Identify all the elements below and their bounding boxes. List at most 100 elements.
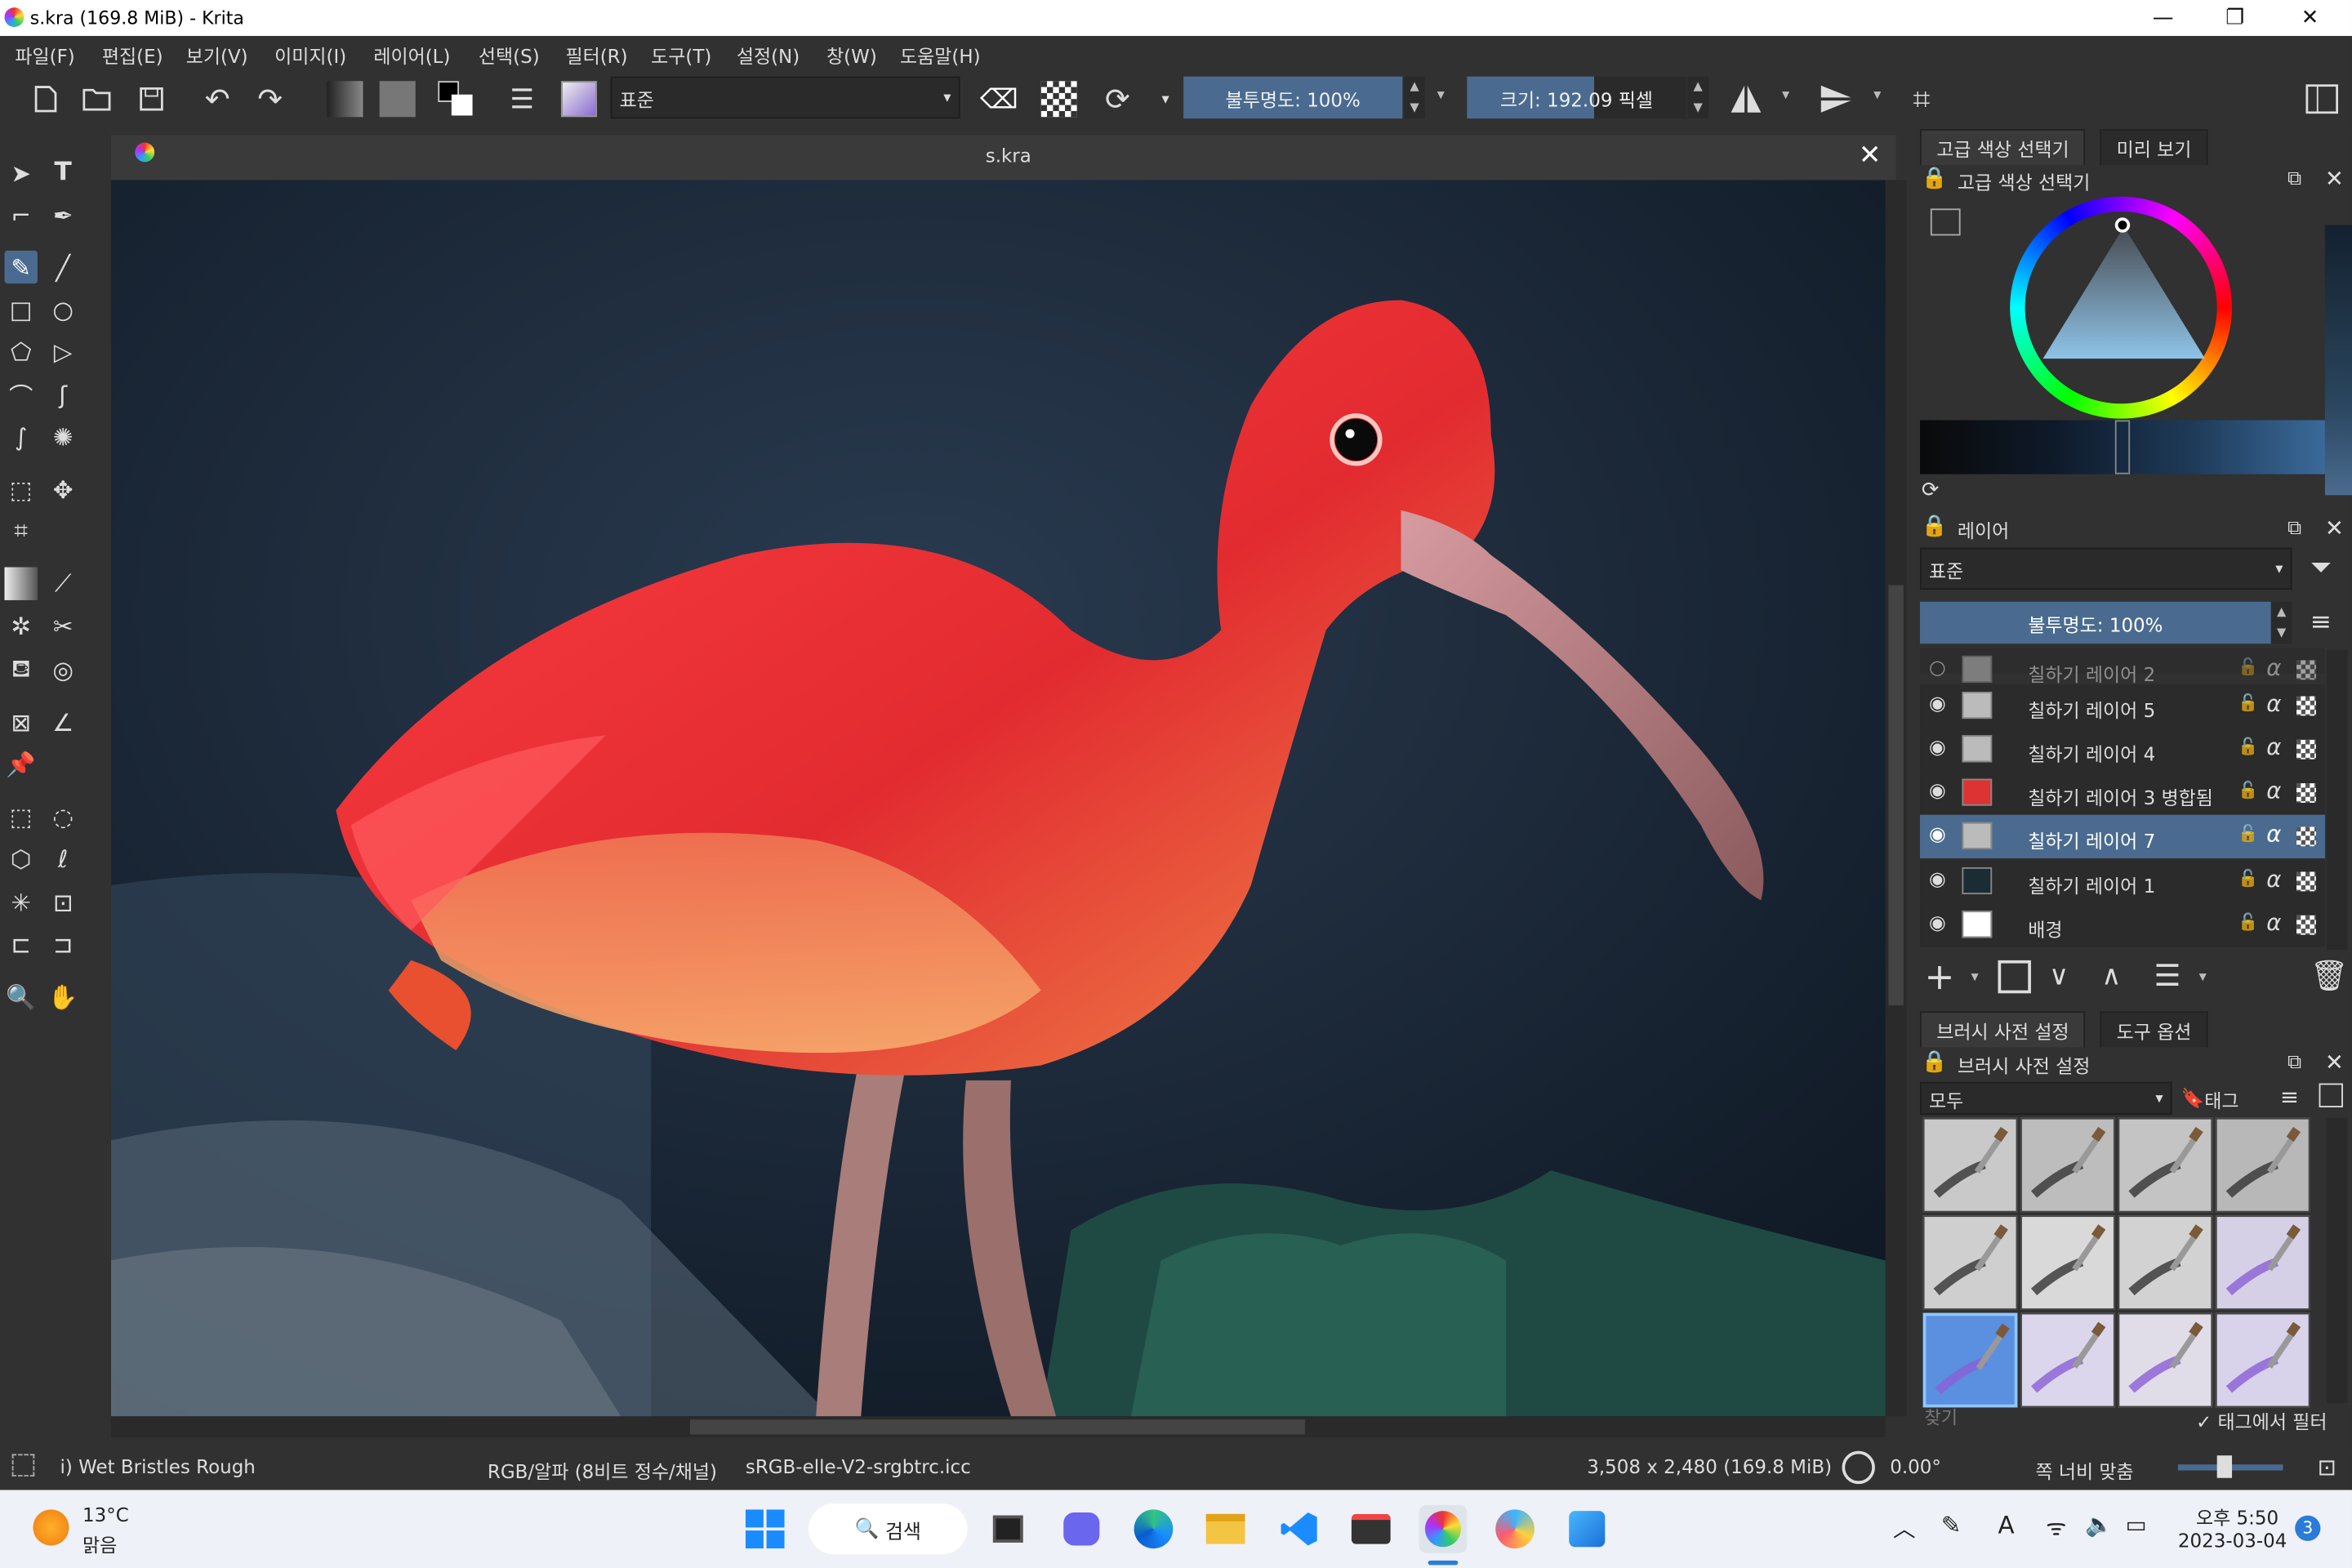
rotation-value[interactable]: 0.00°: [1890, 1455, 1941, 1478]
lock-icon[interactable]: 🔒: [1922, 514, 1948, 538]
alpha-lock-icon[interactable]: α: [2266, 777, 2281, 804]
assistant-tool-icon[interactable]: ⊠: [5, 706, 38, 738]
view-mode-icon[interactable]: [2319, 1083, 2343, 1107]
selection-icon[interactable]: [11, 1454, 35, 1477]
menu-file[interactable]: 파일(F): [15, 41, 74, 69]
brush-size-slider[interactable]: 크기: 192.09 픽셀: [1467, 76, 1686, 119]
edge-icon[interactable]: [1129, 1505, 1178, 1553]
menu-view[interactable]: 보기(V): [186, 41, 248, 69]
weather-temp[interactable]: 13°C: [82, 1503, 129, 1526]
rotation-dial-icon[interactable]: [1842, 1450, 1875, 1485]
brush-preset-item[interactable]: [2215, 1215, 2310, 1310]
document-tab[interactable]: s.kra ✕: [110, 135, 1896, 180]
layer-row[interactable]: ◉ 배경 🔓 α: [1920, 903, 2325, 947]
blend-mode-select[interactable]: 표준 ▾: [610, 76, 960, 119]
layer-lock-icon[interactable]: 🔓: [2238, 912, 2258, 932]
minimize-icon[interactable]: —: [2127, 0, 2198, 36]
gradient-tool-icon[interactable]: [4, 567, 38, 600]
brush-preset-item[interactable]: [2215, 1312, 2310, 1408]
wifi-icon[interactable]: ᯤ: [2046, 1512, 2066, 1543]
new-document-icon[interactable]: [27, 81, 63, 117]
delete-layer-icon[interactable]: 🗑: [2310, 957, 2349, 993]
polygon-select-icon[interactable]: ⬡: [5, 842, 38, 875]
inherit-alpha-icon[interactable]: [2296, 871, 2316, 892]
layer-row[interactable]: ◉ 칠하기 레이어 3 병합됨 🔓 α: [1920, 771, 2325, 815]
restore-icon[interactable]: ❐: [2199, 0, 2271, 36]
layer-row[interactable]: ◉ 칠하기 레이어 5 🔓 α: [1920, 684, 2325, 728]
alpha-lock-icon[interactable]: α: [2266, 866, 2281, 893]
freehand-brush-icon[interactable]: ✎: [4, 250, 38, 284]
pattern-icon[interactable]: [379, 81, 416, 118]
polygon-tool-icon[interactable]: ⬠: [5, 335, 38, 368]
brush-preset-item[interactable]: [2118, 1312, 2213, 1408]
crop-tool-icon[interactable]: ⌗: [5, 514, 38, 547]
menu-settings[interactable]: 설정(N): [737, 41, 800, 69]
zoom-slider-handle[interactable]: [2216, 1455, 2233, 1478]
visibility-eye-icon[interactable]: ◉: [1929, 693, 1946, 716]
battery-icon[interactable]: ▭: [2126, 1511, 2147, 1538]
menu-filter[interactable]: 필터(R): [565, 41, 627, 69]
tab-tool-options[interactable]: 도구 옵션: [2100, 1011, 2208, 1048]
contiguous-select-icon[interactable]: ✳: [5, 885, 38, 918]
float-icon[interactable]: ⧉: [2287, 518, 2301, 541]
canvas[interactable]: [110, 180, 1886, 1417]
volume-icon[interactable]: 🔈: [2085, 1511, 2113, 1538]
rect-select-icon[interactable]: ⬚: [5, 800, 38, 832]
brush-preset-item[interactable]: [1922, 1312, 2018, 1408]
alpha-lock-icon[interactable]: α: [2266, 733, 2281, 760]
open-folder-icon[interactable]: [79, 81, 115, 117]
task-view-icon[interactable]: [984, 1505, 1032, 1553]
pan-tool-icon[interactable]: ✋: [47, 980, 79, 1013]
edit-shapes-icon[interactable]: ⌐: [5, 198, 38, 231]
visibility-eye-icon[interactable]: ◉: [1929, 780, 1946, 803]
transform-tool-icon[interactable]: ⬚: [5, 473, 38, 506]
text-tool-icon[interactable]: T: [47, 156, 79, 189]
smart-patch-icon[interactable]: ✲: [5, 609, 38, 642]
float-icon[interactable]: ⧉: [2287, 1052, 2301, 1075]
filter-in-tag-checkbox[interactable]: ✓ 태그에서 필터: [2196, 1406, 2328, 1435]
line-tool-icon[interactable]: ╱: [47, 251, 79, 283]
layer-row[interactable]: ◉ 칠하기 레이어 7 🔓 α: [1920, 814, 2325, 858]
refresh-icon[interactable]: ⟳: [1922, 479, 1940, 502]
photos-app-icon[interactable]: [1563, 1505, 1611, 1553]
menu-help[interactable]: 도움말(H): [900, 41, 981, 69]
chevron-down-icon[interactable]: ▾: [1971, 969, 1978, 986]
chevron-down-icon[interactable]: ▾: [2199, 969, 2207, 986]
reload-preset-icon[interactable]: ⟳: [1099, 81, 1135, 117]
zoom-mode[interactable]: 쪽 너비 맞춤: [2035, 1455, 2133, 1484]
alpha-lock-icon[interactable]: α: [2266, 654, 2281, 681]
visibility-eye-icon[interactable]: ◉: [1929, 824, 1946, 847]
rectangle-tool-icon[interactable]: □: [5, 292, 38, 325]
brush-preset-item[interactable]: [1922, 1215, 2018, 1310]
ellipse-select-icon[interactable]: ◌: [47, 800, 79, 832]
input-method-icon[interactable]: A: [1998, 1511, 2015, 1539]
inherit-alpha-icon[interactable]: [2296, 826, 2316, 847]
undo-icon[interactable]: ↶: [199, 81, 235, 117]
move-up-icon[interactable]: ∧: [2101, 960, 2121, 992]
layer-lock-icon[interactable]: 🔓: [2238, 824, 2258, 844]
display-icon[interactable]: ⊡: [2318, 1454, 2336, 1481]
sun-weather-icon[interactable]: [33, 1509, 69, 1546]
chevron-down-icon[interactable]: ▾: [1437, 87, 1445, 104]
vscode-icon[interactable]: [1275, 1505, 1323, 1553]
freehand-select-icon[interactable]: ℓ: [47, 842, 79, 875]
vertical-scrollbar[interactable]: [1885, 180, 1907, 1417]
krita-taskbar-icon[interactable]: [1419, 1504, 1468, 1553]
brush-preset-item[interactable]: [2118, 1117, 2213, 1213]
layer-row[interactable]: ○ 칠하기 레이어 2 🔓 α: [1920, 648, 2325, 686]
brush-preset-icon[interactable]: [560, 81, 598, 118]
magnetic-select-icon[interactable]: ⊐: [47, 927, 79, 960]
close-document-icon[interactable]: ✕: [1859, 140, 1882, 172]
brush-preset-item[interactable]: [1922, 1117, 2018, 1213]
brush-preset-item[interactable]: [2118, 1215, 2213, 1310]
chevron-down-icon[interactable]: ▾: [1782, 87, 1789, 104]
redo-icon[interactable]: ↷: [252, 81, 288, 117]
tab-brush-presets[interactable]: 브러시 사전 설정: [1920, 1011, 2086, 1048]
visibility-eye-icon[interactable]: ◉: [1929, 869, 1946, 892]
float-icon[interactable]: ⧉: [2287, 168, 2301, 191]
clock-time[interactable]: 오후 5:50: [2196, 1502, 2278, 1530]
save-icon[interactable]: [133, 81, 169, 117]
color-history-strip[interactable]: [1920, 420, 2325, 474]
inherit-alpha-icon[interactable]: [2296, 783, 2316, 803]
layer-scrollbar[interactable]: [2326, 649, 2348, 951]
